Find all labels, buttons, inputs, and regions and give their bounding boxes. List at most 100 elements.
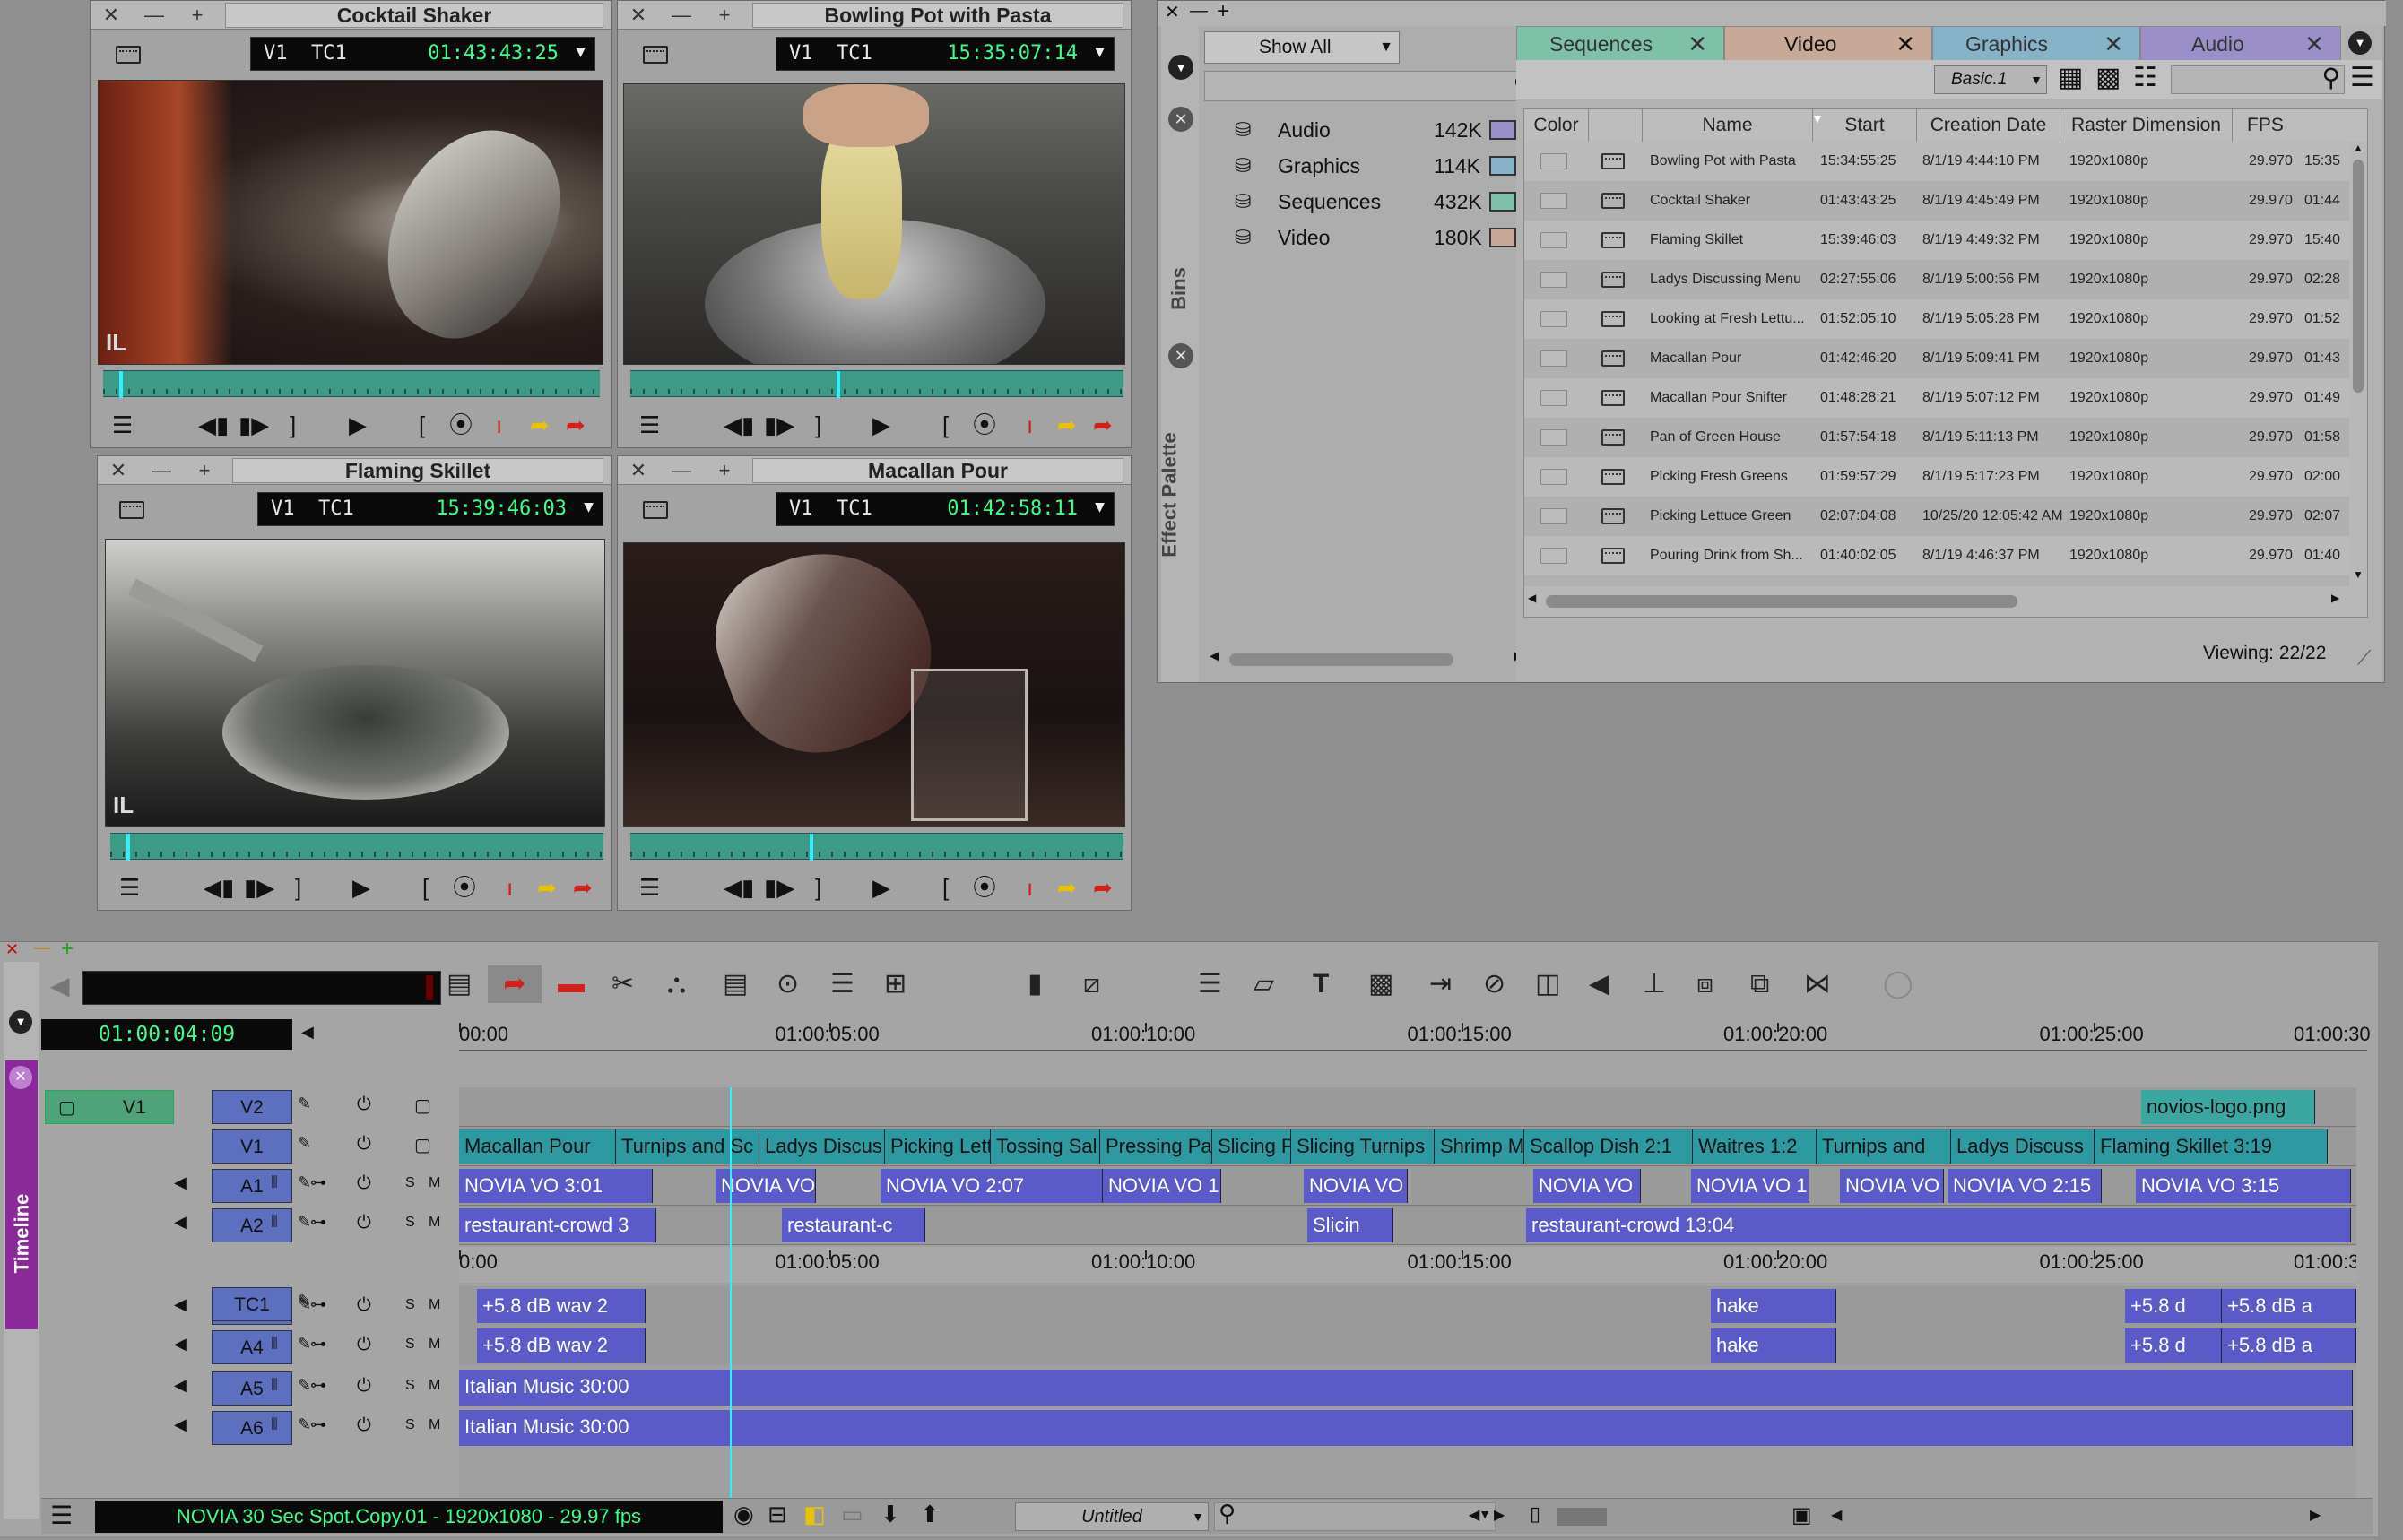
clip-a1[interactable]: NOVIA VO 3:01 [459, 1169, 653, 1203]
close-button[interactable]: ✕ [98, 4, 125, 27]
routing-icon[interactable]: ⊶ [310, 1335, 326, 1354]
color-swatch[interactable] [1540, 272, 1567, 288]
solo-button[interactable]: S [405, 1175, 415, 1191]
lock-icon[interactable]: ✎ [298, 1292, 311, 1311]
title-tool-icon[interactable]: T [1313, 965, 1329, 1003]
color-swatch[interactable] [1540, 232, 1567, 248]
grid-icon[interactable]: ⊟ [768, 1501, 787, 1528]
scissors-icon[interactable]: ✂ [612, 965, 634, 1003]
add-button[interactable]: + [711, 459, 738, 482]
close-icon[interactable]: ✕ [9, 1066, 32, 1089]
slip-icon[interactable]: ⧉ [1750, 965, 1769, 1003]
minimize-button[interactable]: — [141, 4, 168, 27]
close-button[interactable]: ✕ [1165, 1, 1180, 23]
display-icon[interactable]: ▭ [841, 1501, 863, 1528]
sequence-info[interactable]: NOVIA 30 Sec Spot.Copy.01 - 1920x1080 - … [95, 1501, 723, 1533]
clip-v1[interactable]: Ladys Discus [759, 1129, 885, 1164]
settings-icon[interactable]: ☰ [1198, 965, 1222, 1003]
close-button[interactable]: ✕ [105, 459, 132, 482]
column-header-color[interactable]: Color [1524, 109, 1589, 142]
nav-left-icon[interactable]: ◀ [1469, 1506, 1479, 1524]
record-track-button[interactable]: ➦ [488, 965, 542, 1003]
split-icon[interactable]: ◫ [1535, 965, 1560, 1003]
tab-graphics[interactable]: Graphics ✕ [1932, 26, 2140, 60]
back-icon[interactable]: ◀ [301, 1023, 314, 1042]
close-icon[interactable]: ✕ [1687, 27, 1707, 61]
mute-button[interactable]: M [429, 1175, 440, 1191]
track-name-a1[interactable]: A1 [212, 1169, 292, 1203]
routing-icon[interactable]: ⊶ [310, 1376, 326, 1395]
list-icon[interactable]: ☰ [639, 874, 660, 901]
search-icon[interactable]: ⚲ [1219, 1500, 1236, 1527]
folder-audio[interactable]: ⛁ Audio 142K [1199, 112, 1531, 148]
nav-right-icon[interactable]: ▶ [1494, 1506, 1505, 1524]
chevron-down-icon[interactable]: ▼ [1095, 491, 1105, 523]
scroll-up-icon[interactable]: ▲ [2353, 142, 2364, 154]
render-icon[interactable]: ▱ [1254, 965, 1274, 1003]
table-row[interactable]: Picking Lettuce Green 02:07:04:08 10/25/20… [1524, 497, 2349, 536]
audio-icon[interactable]: ◧ [803, 1501, 826, 1528]
source-track-v1[interactable]: ▢ V1 [45, 1090, 174, 1124]
track-name-tc1[interactable]: TC1 [212, 1287, 292, 1321]
add-button[interactable]: + [61, 937, 74, 962]
mute-button[interactable]: M [429, 1337, 440, 1353]
folder-search[interactable]: ⚲ [1204, 71, 1536, 101]
power-icon[interactable]: ⏻ [357, 1335, 371, 1355]
splice-in-button[interactable]: ➦ [1057, 874, 1077, 901]
lock-icon[interactable]: ✎ [298, 1415, 311, 1434]
clip-italian-music-a6[interactable]: Italian Music 30:00 [459, 1410, 2353, 1446]
waveform-icon[interactable]: ⦀ [271, 1213, 278, 1232]
clip-a3-a4[interactable]: +5.8 d [2125, 1289, 2222, 1323]
speaker-icon[interactable]: ◀ [174, 1415, 187, 1434]
list-icon[interactable]: ☰ [639, 411, 660, 438]
bin-search-input[interactable]: ⚲ [2171, 64, 2345, 94]
table-row[interactable]: Bowling Pot with Pasta 15:34:55:25 8/1/19 … [1524, 142, 2349, 181]
scroll-right-icon[interactable]: ▶ [2331, 592, 2339, 604]
video-frame[interactable]: IL [105, 539, 605, 827]
scroll-left-icon[interactable]: ◀ [1528, 592, 1536, 604]
filter-dropdown[interactable]: Show All ▼ [1204, 31, 1400, 64]
clip-v1[interactable]: Tossing Sal [991, 1129, 1100, 1164]
mark-clip-button[interactable]: ⦿ [973, 411, 996, 438]
record-icon[interactable]: ı [1027, 874, 1033, 901]
column-header-fps[interactable]: FPS [2233, 109, 2367, 142]
table-row[interactable]: Picking Fresh Greens 01:59:57:29 8/1/19 5:… [1524, 457, 2349, 497]
speaker-icon[interactable]: ◀ [174, 1173, 187, 1192]
track-name-a5[interactable]: A5 [212, 1371, 292, 1406]
table-row[interactable]: Macallan Pour 01:42:46:20 8/1/19 5:09:41 P… [1524, 339, 2349, 378]
scroll-right-icon[interactable]: ▶ [2310, 1506, 2321, 1524]
position-bar[interactable] [630, 370, 1123, 398]
bin-view-dropdown[interactable]: Basic.1 ▼ [1934, 65, 2047, 94]
clip-a2[interactable]: restaurant-crowd 3 [459, 1208, 656, 1242]
segment-icon[interactable]: ⊞ [884, 965, 907, 1003]
routing-icon[interactable]: ⊶ [310, 1173, 326, 1192]
clip-novios-logo[interactable]: novios-logo.png [2141, 1090, 2315, 1124]
marker-icon[interactable]: ▮ [1028, 965, 1043, 1003]
overwrite-button[interactable]: ➦ [1093, 411, 1113, 438]
clip-italian-music-a5[interactable]: Italian Music 30:00 [459, 1370, 2353, 1406]
step-forward-button[interactable]: ▮▶ [764, 874, 794, 901]
lift-icon[interactable]: ▬ [558, 965, 585, 1003]
video-frame[interactable] [623, 83, 1125, 365]
folder-sequences[interactable]: ⛁ Sequences 432K [1199, 184, 1531, 220]
record-icon[interactable]: ı [496, 411, 502, 438]
tab-effect-palette[interactable]: Effect Palette [1158, 432, 1182, 557]
track-name-a4[interactable]: A4 [212, 1330, 292, 1364]
step-back-button[interactable]: ◀▮ [204, 874, 234, 901]
clip-v1[interactable]: Picking Lett [885, 1129, 991, 1164]
position-bar[interactable] [110, 833, 603, 861]
mixer-icon[interactable]: ☰ [830, 965, 854, 1003]
step-back-button[interactable]: ◀▮ [724, 411, 754, 438]
column-header-name[interactable]: Name [1643, 109, 1813, 142]
mark-in-button[interactable]: [ [942, 874, 949, 901]
column-header-raster-dimension[interactable]: Raster Dimension [2060, 109, 2233, 142]
film-toggle-icon[interactable]: ▤ [447, 965, 472, 1003]
clip-a3-a4[interactable]: hake [1711, 1289, 1836, 1323]
clip-a3-a4[interactable]: hake [1711, 1328, 1836, 1363]
timeline-tc[interactable]: 01:00:04:09 [41, 1019, 292, 1050]
fit-icon[interactable]: ⊥ [1643, 965, 1666, 1003]
record-icon[interactable]: ◉ [733, 1501, 754, 1528]
script-view-icon[interactable]: ☷ [2133, 62, 2157, 93]
clip-v1[interactable]: Turnips and [1817, 1129, 1951, 1164]
record-icon[interactable]: ı [507, 874, 513, 901]
